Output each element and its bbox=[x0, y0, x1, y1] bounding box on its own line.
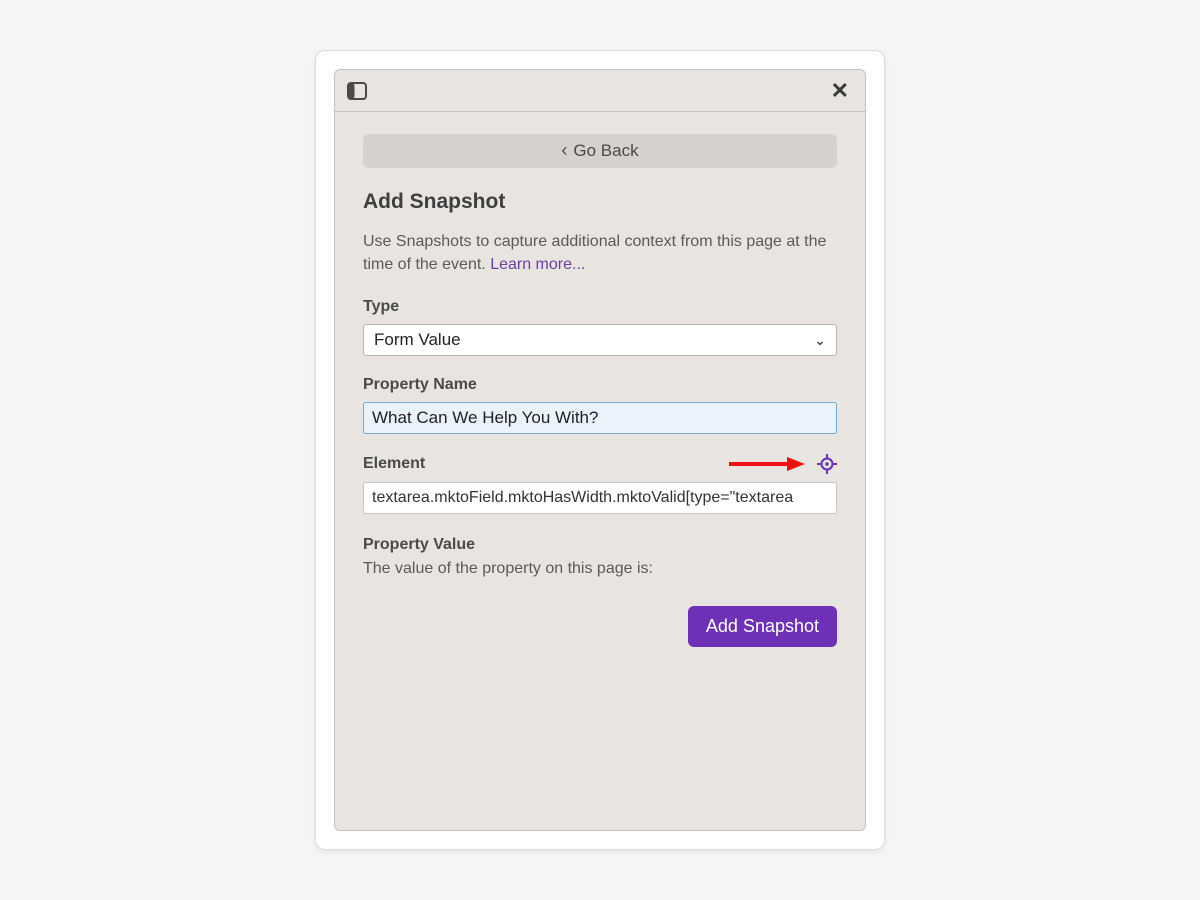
property-value-label: Property Value bbox=[363, 536, 837, 554]
description-text: Use Snapshots to capture additional cont… bbox=[363, 233, 826, 273]
element-label-row: Element bbox=[363, 454, 837, 474]
outer-card: ✕ ‹ Go Back Add Snapshot Use Snapshots t… bbox=[315, 50, 885, 850]
element-picker-icon[interactable] bbox=[817, 454, 837, 474]
go-back-button[interactable]: ‹ Go Back bbox=[363, 134, 837, 168]
chevron-left-icon: ‹ bbox=[561, 141, 567, 159]
chevron-down-icon: ⌄ bbox=[814, 332, 826, 349]
element-picker-indicator bbox=[727, 454, 837, 474]
element-label: Element bbox=[363, 455, 425, 473]
sidebar-toggle-icon[interactable] bbox=[347, 82, 367, 100]
property-name-input[interactable] bbox=[363, 402, 837, 434]
description: Use Snapshots to capture additional cont… bbox=[363, 230, 837, 276]
property-value-text: The value of the property on this page i… bbox=[363, 560, 837, 578]
element-selector-input[interactable] bbox=[363, 482, 837, 514]
red-arrow-annotation bbox=[727, 455, 807, 473]
type-select[interactable]: Form Value ⌄ bbox=[363, 324, 837, 356]
type-label: Type bbox=[363, 298, 837, 316]
snapshot-panel: ✕ ‹ Go Back Add Snapshot Use Snapshots t… bbox=[334, 69, 866, 831]
page-title: Add Snapshot bbox=[363, 190, 837, 214]
property-name-label: Property Name bbox=[363, 376, 837, 394]
panel-header: ✕ bbox=[335, 70, 865, 112]
type-select-value: Form Value bbox=[374, 330, 461, 350]
go-back-label: Go Back bbox=[573, 141, 638, 161]
learn-more-link[interactable]: Learn more... bbox=[490, 256, 585, 273]
close-icon[interactable]: ✕ bbox=[827, 80, 853, 102]
add-snapshot-button[interactable]: Add Snapshot bbox=[688, 606, 837, 647]
button-row: Add Snapshot bbox=[363, 606, 837, 647]
panel-body: ‹ Go Back Add Snapshot Use Snapshots to … bbox=[335, 112, 865, 830]
